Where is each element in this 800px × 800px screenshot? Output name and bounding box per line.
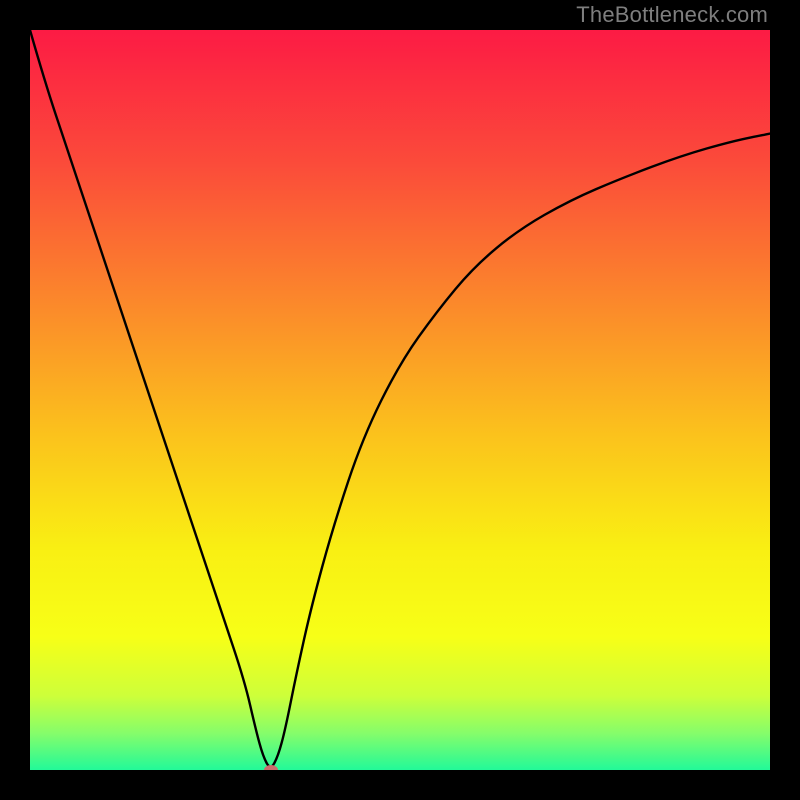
plot-area	[30, 30, 770, 770]
chart-frame: TheBottleneck.com	[0, 0, 800, 800]
gradient-background	[30, 30, 770, 770]
watermark-label: TheBottleneck.com	[576, 2, 768, 28]
minimum-marker	[264, 765, 278, 770]
chart-svg	[30, 30, 770, 770]
